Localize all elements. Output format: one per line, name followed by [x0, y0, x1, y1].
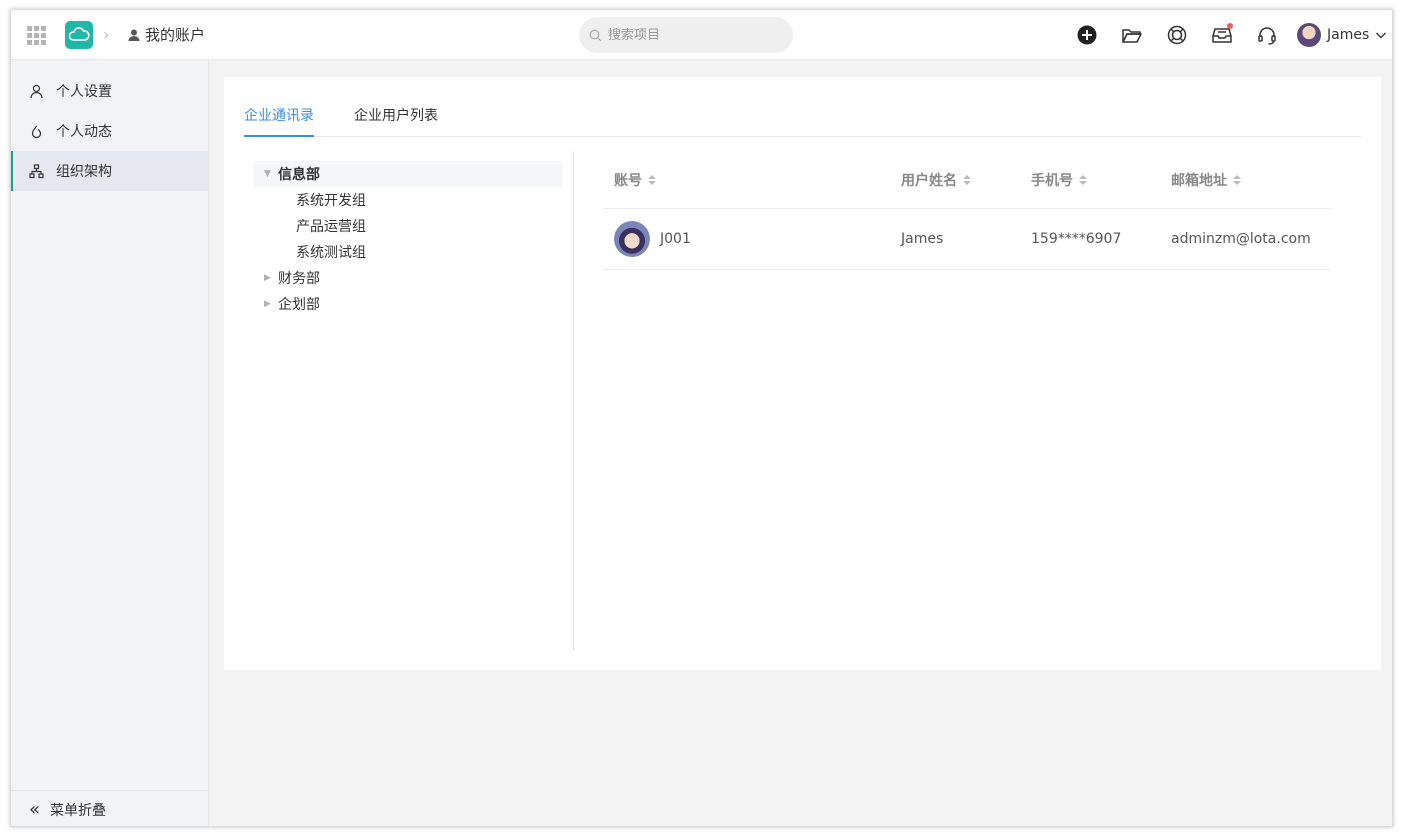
headset-icon[interactable] [1254, 22, 1280, 48]
tree-node[interactable]: ▶ 财务部 [254, 265, 562, 291]
sort-icon[interactable] [648, 174, 656, 185]
caret-right-icon[interactable]: ▶ [264, 299, 271, 309]
search-input[interactable] [608, 27, 778, 43]
chevron-down-icon [1376, 32, 1387, 39]
inbox-icon[interactable] [1209, 22, 1235, 48]
cloud-logo-icon[interactable] [65, 21, 93, 49]
tab-enterprise-user-list[interactable]: 企业用户列表 [354, 103, 438, 137]
column-label: 手机号 [1031, 172, 1073, 189]
search-icon [589, 29, 602, 41]
tree-node-label: 财务部 [278, 271, 320, 287]
caret-right-icon[interactable]: ▶ [264, 273, 271, 283]
tree-node-label: 系统开发组 [296, 193, 366, 209]
breadcrumb-label: 我的账户 [145, 26, 206, 44]
menu-collapse-label: 菜单折叠 [50, 802, 107, 819]
tab-enterprise-directory[interactable]: 企业通讯录 [244, 103, 314, 137]
cell-email: adminzm@lota.com [1171, 231, 1311, 247]
tree-node-label: 信息部 [278, 167, 320, 183]
tree-node[interactable]: 系统开发组 [254, 187, 562, 213]
sidebar-item-label: 个人设置 [56, 84, 112, 100]
tree-node[interactable]: ▶ 企划部 [254, 291, 562, 317]
sidebar: 个人设置 个人动态 组织架构 « 菜单折叠 [11, 61, 209, 826]
account-value: J001 [660, 231, 691, 247]
column-label: 邮箱地址 [1171, 172, 1227, 189]
activity-icon [31, 125, 42, 138]
tree-node[interactable]: 系统测试组 [254, 239, 562, 265]
sidebar-item-label: 个人动态 [56, 124, 112, 140]
sidebar-item-org-structure[interactable]: 组织架构 [11, 151, 208, 191]
avatar [1297, 23, 1321, 47]
user-name: James [1327, 27, 1370, 43]
lifebuoy-icon[interactable] [1164, 22, 1190, 48]
table-row[interactable]: J001 James 159****6907 adminzm@lota.com [604, 209, 1331, 270]
breadcrumb: 我的账户 [127, 24, 205, 45]
sort-icon[interactable] [1233, 174, 1241, 185]
column-header-email[interactable]: 邮箱地址 [1151, 170, 1331, 190]
double-chevron-left-icon: « [29, 798, 41, 820]
main-panel: 企业通讯录 企业用户列表 ▼ 信息部 系统开发组 产品运营组 系统测试组 ▶ 财… [224, 77, 1381, 670]
chevron-right-icon: › [103, 25, 110, 44]
toolbar-icons [1074, 22, 1280, 48]
menu-collapse-button[interactable]: « 菜单折叠 [11, 790, 208, 826]
top-bar: › 我的账户 搜索项目 James [11, 10, 1392, 60]
cell-name: James [901, 231, 944, 247]
tree-node-label: 企划部 [278, 297, 320, 313]
app-grid-icon[interactable] [27, 26, 46, 45]
cell-phone: 159****6907 [1031, 231, 1122, 247]
divider [573, 151, 574, 651]
column-label: 用户姓名 [901, 172, 957, 189]
column-header-phone[interactable]: 手机号 [1021, 170, 1151, 190]
caret-down-icon[interactable]: ▼ [264, 169, 271, 179]
tree-node-label: 系统测试组 [296, 245, 366, 261]
org-chart-icon [29, 163, 44, 178]
app-window: › 我的账户 搜索项目 James 个人设置 个人动态 组织架构 « 菜单折叠 … [10, 9, 1393, 827]
column-header-account[interactable]: 账号 [604, 170, 891, 190]
table-header: 账号 用户姓名 手机号 邮箱地址 [604, 151, 1331, 209]
sidebar-item-personal-settings[interactable]: 个人设置 [11, 71, 208, 111]
avatar [614, 221, 650, 257]
tree-node[interactable]: 产品运营组 [254, 213, 562, 239]
notification-dot [1227, 23, 1233, 29]
column-label: 账号 [614, 172, 642, 189]
sort-icon[interactable] [1079, 174, 1087, 185]
sidebar-item-personal-activity[interactable]: 个人动态 [11, 111, 208, 151]
column-header-name[interactable]: 用户姓名 [891, 170, 1021, 190]
user-icon [30, 84, 43, 98]
sort-icon[interactable] [963, 174, 971, 185]
cell-account: J001 [604, 221, 891, 257]
add-circle-icon[interactable] [1074, 22, 1100, 48]
user-icon [128, 29, 140, 41]
folder-open-icon[interactable] [1119, 22, 1145, 48]
user-menu[interactable]: James [1297, 23, 1387, 47]
search-box[interactable] [579, 17, 793, 53]
tab-bar: 企业通讯录 企业用户列表 [244, 103, 1361, 137]
tree-node-label: 产品运营组 [296, 219, 366, 235]
user-table: 账号 用户姓名 手机号 邮箱地址 J001 James 159****6907 … [604, 151, 1331, 270]
department-tree: ▼ 信息部 系统开发组 产品运营组 系统测试组 ▶ 财务部 ▶ 企划部 [254, 161, 562, 317]
sidebar-item-label: 组织架构 [56, 164, 112, 180]
tree-node[interactable]: ▼ 信息部 [254, 161, 562, 187]
